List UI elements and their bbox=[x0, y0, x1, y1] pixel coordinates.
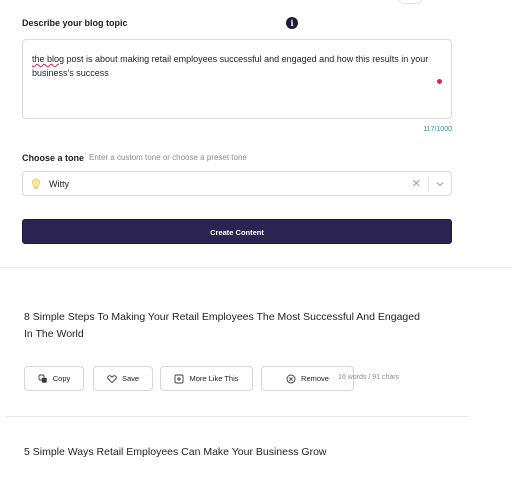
copy-icon bbox=[38, 374, 47, 383]
spellcheck-word: the blog bbox=[32, 54, 65, 64]
clear-icon[interactable]: ✕ bbox=[412, 178, 421, 190]
topic-text: the blog post is about making retail emp… bbox=[32, 52, 442, 80]
tone-label: Choose a tone bbox=[22, 153, 85, 163]
copy-label: Copy bbox=[52, 374, 71, 383]
select-separator bbox=[428, 177, 429, 191]
remove-label: Remove bbox=[301, 374, 329, 383]
chevron-down-icon[interactable] bbox=[435, 179, 445, 189]
copy-button[interactable]: Copy bbox=[24, 366, 84, 391]
result-title-1: 8 Simple Steps To Making Your Retail Emp… bbox=[24, 311, 420, 340]
top-corner-control bbox=[395, 0, 425, 4]
save-label: Save bbox=[121, 374, 140, 383]
tone-hint: Enter a custom tone or choose a preset t… bbox=[89, 153, 247, 162]
topic-text-rest: post is about making retail employees su… bbox=[32, 54, 429, 78]
result-title-2: 5 Simple Ways Retail Employees Can Make … bbox=[24, 446, 327, 458]
heart-icon bbox=[107, 374, 117, 383]
topic-label: Describe your blog topic bbox=[22, 18, 128, 28]
word-char-count: 16 words / 91 chars bbox=[338, 374, 400, 381]
create-content-button[interactable]: Create Content bbox=[22, 219, 452, 244]
topic-textarea[interactable]: the blog post is about making retail emp… bbox=[22, 39, 452, 119]
section-divider bbox=[0, 267, 512, 268]
info-icon[interactable]: i bbox=[286, 17, 298, 29]
more-like-this-label: More Like This bbox=[189, 374, 239, 383]
plus-square-icon bbox=[175, 374, 184, 383]
tone-value: Witty bbox=[49, 179, 69, 189]
lightbulb-icon bbox=[31, 178, 41, 189]
status-dot-icon bbox=[437, 79, 442, 84]
tone-select[interactable]: Witty ✕ bbox=[22, 171, 452, 196]
result-divider bbox=[6, 416, 468, 417]
char-count: 117/1000 bbox=[423, 126, 452, 133]
more-like-this-button[interactable]: More Like This bbox=[160, 366, 253, 391]
save-button[interactable]: Save bbox=[93, 366, 153, 391]
remove-circle-icon bbox=[286, 374, 296, 383]
